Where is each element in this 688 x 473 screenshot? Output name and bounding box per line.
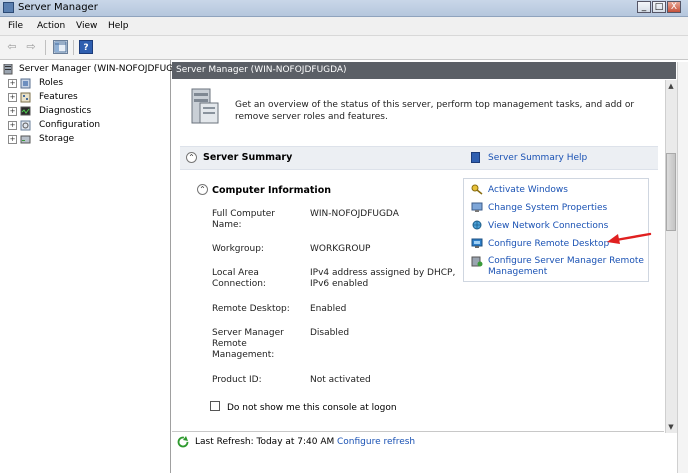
expand-icon[interactable]: + — [8, 93, 17, 102]
configure-refresh-link[interactable]: Configure refresh — [337, 437, 415, 447]
refresh-icon — [177, 436, 189, 448]
info-value: Disabled — [310, 328, 350, 338]
features-icon — [20, 92, 31, 103]
server-manager-app-icon — [3, 2, 14, 13]
toolbar-separator — [73, 40, 74, 55]
server-summary-help-link[interactable]: Server Summary Help — [488, 153, 587, 163]
tree-item-label: Roles — [39, 78, 64, 88]
diagnostics-icon — [20, 106, 31, 116]
back-button[interactable]: ⇦ — [5, 40, 19, 53]
change-system-properties-link[interactable]: Change System Properties — [488, 203, 648, 214]
tree-root-label: Server Manager (WIN-NOFOJDFUG — [19, 64, 174, 74]
expand-icon[interactable]: + — [8, 135, 17, 144]
red-annotation-arrow — [607, 232, 652, 244]
collapse-server-summary-icon[interactable]: ⌃ — [186, 152, 197, 163]
expand-icon[interactable]: + — [8, 79, 17, 88]
console-tree-icon — [54, 41, 67, 53]
info-value: Enabled — [310, 304, 347, 314]
tree-item-label: Configuration — [39, 120, 101, 130]
activate-windows-link[interactable]: Activate Windows — [488, 185, 648, 196]
remote-desktop-icon — [471, 238, 483, 248]
scroll-down-button[interactable]: ▼ — [665, 421, 677, 433]
tree-item-label: Storage — [39, 134, 75, 144]
menu-file[interactable]: File — [8, 21, 23, 31]
window-title: Server Manager — [18, 2, 98, 13]
title-bar — [0, 0, 688, 17]
server-graphic-icon — [188, 87, 220, 127]
info-label: Remote Desktop: — [212, 304, 290, 314]
intro-text: Get an overview of the status of this se… — [235, 100, 635, 122]
menu-view[interactable]: View — [76, 21, 97, 31]
toolbar-separator — [45, 40, 46, 55]
configuration-icon — [20, 120, 31, 131]
system-properties-icon — [471, 202, 483, 212]
close-button[interactable]: X — [667, 1, 681, 13]
tree-item-label: Diagnostics — [39, 106, 92, 116]
background-window-edge — [677, 62, 688, 473]
roles-icon — [20, 78, 31, 89]
key-icon — [471, 184, 483, 195]
do-not-show-at-logon-checkbox[interactable] — [210, 401, 220, 411]
expand-icon[interactable]: + — [8, 107, 17, 116]
menu-bar — [0, 17, 688, 36]
show-hide-console-tree-button[interactable] — [53, 40, 68, 54]
info-value: Not activated — [310, 375, 371, 385]
maximize-button[interactable]: □ — [652, 1, 666, 13]
collapse-computer-information-icon[interactable]: ⌃ — [197, 184, 208, 195]
menu-help[interactable]: Help — [108, 21, 129, 31]
help-book-icon — [471, 152, 480, 163]
info-value: WORKGROUP — [310, 244, 371, 254]
info-label: Full Computer Name: — [212, 209, 275, 230]
tree-item-label: Features — [39, 92, 78, 102]
server-summary-title: Server Summary — [203, 152, 293, 163]
storage-icon — [20, 134, 31, 144]
footer-divider — [172, 431, 664, 432]
scroll-up-button[interactable]: ▲ — [665, 80, 677, 92]
do-not-show-at-logon-label: Do not show me this console at logon — [227, 403, 397, 413]
info-label: Server Manager Remote Management: — [212, 328, 284, 360]
network-icon — [471, 220, 482, 230]
info-label: Workgroup: — [212, 244, 264, 254]
scroll-thumb[interactable] — [666, 153, 676, 231]
toolbar — [0, 36, 688, 60]
server-icon — [3, 63, 13, 75]
help-button[interactable]: ? — [79, 40, 93, 54]
info-label: Local Area Connection: — [212, 268, 266, 289]
computer-information-title: Computer Information — [212, 185, 331, 196]
last-refresh-text: Last Refresh: Today at 7:40 AM — [195, 437, 335, 447]
info-label: Product ID: — [212, 375, 262, 385]
forward-button[interactable]: ⇨ — [24, 40, 38, 53]
remote-management-icon — [471, 256, 483, 267]
info-value: WIN-NOFOJDFUGDA — [310, 209, 399, 219]
minimize-button[interactable]: _ — [637, 1, 651, 13]
expand-icon[interactable]: + — [8, 121, 17, 130]
pane-header: Server Manager (WIN-NOFOJDFUGDA) — [172, 62, 676, 79]
info-value: IPv4 address assigned by DHCP, IPv6 enab… — [310, 268, 456, 289]
configure-remote-management-link[interactable]: Configure Server Manager Remote Manageme… — [488, 256, 648, 278]
menu-action[interactable]: Action — [37, 21, 65, 31]
